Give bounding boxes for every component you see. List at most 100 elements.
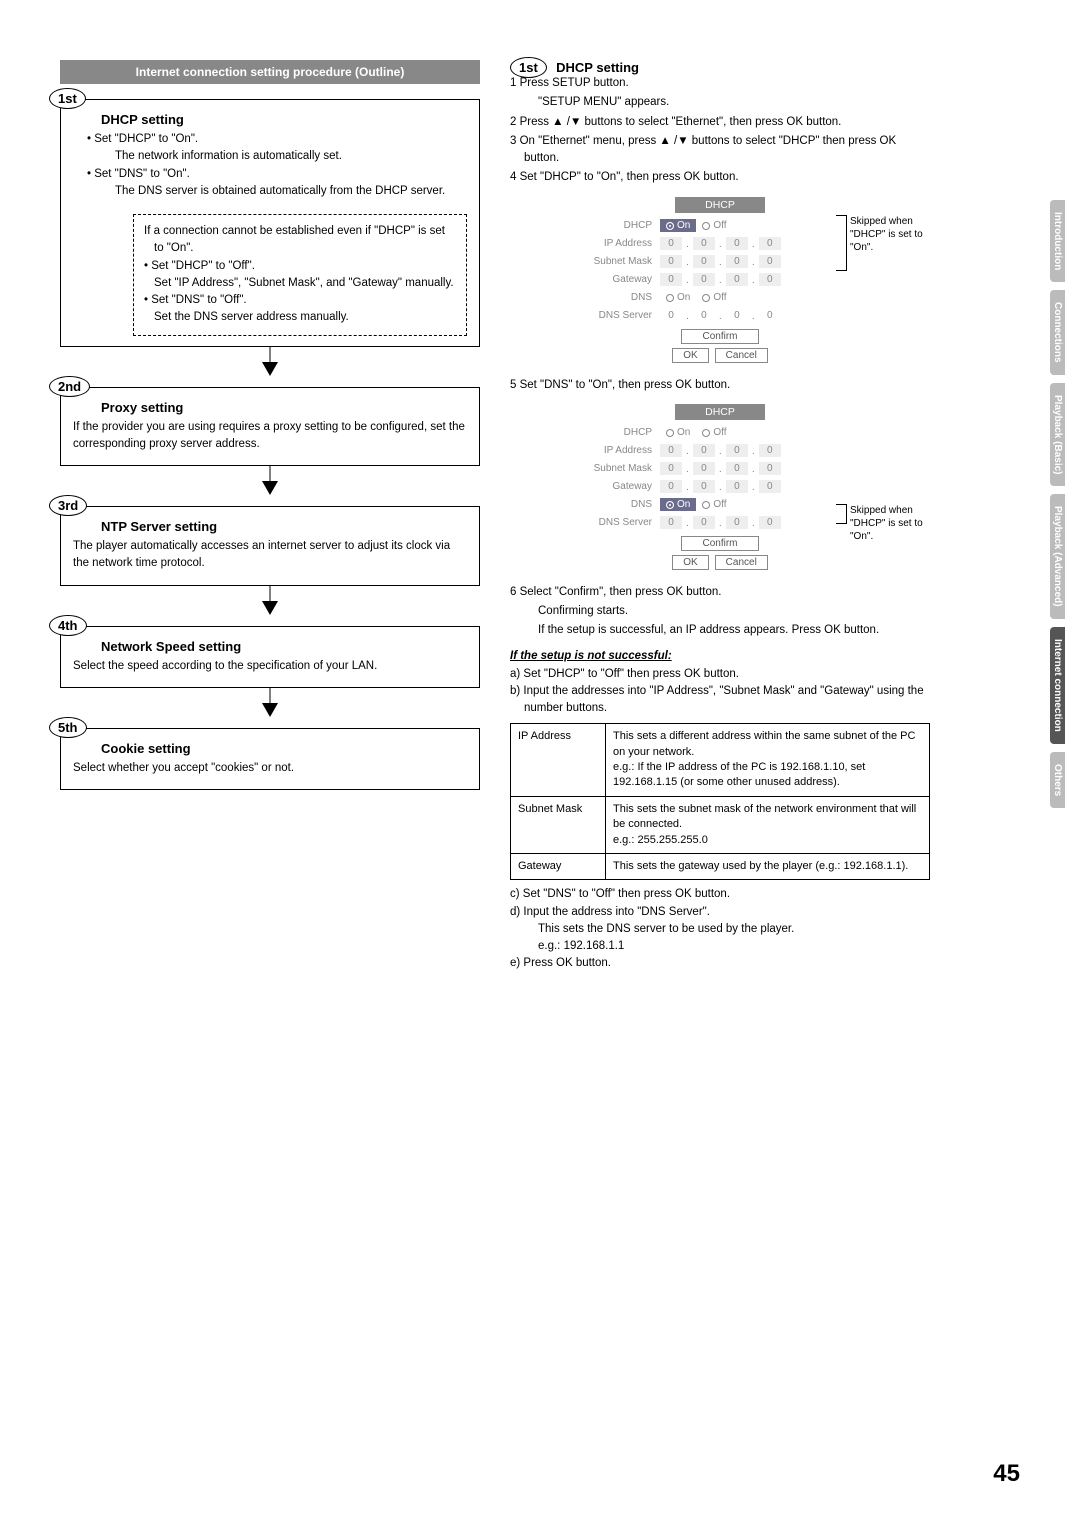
- arrow-icon: [270, 585, 271, 601]
- cancel-button[interactable]: Cancel: [715, 348, 768, 363]
- step-4th-badge: 4th: [49, 615, 87, 636]
- tab-playback-advanced[interactable]: Playback (Advanced): [1050, 494, 1065, 619]
- label-ip: IP Address: [580, 238, 660, 249]
- step-5th-body: Select whether you accept "cookies" or n…: [73, 760, 467, 777]
- radio-dhcp-off[interactable]: Off: [696, 426, 732, 439]
- dashed-l2: • Set "DHCP" to "Off".: [154, 258, 456, 275]
- cancel-button[interactable]: Cancel: [715, 555, 768, 570]
- label-dhcp: DHCP: [580, 220, 660, 231]
- step-1st-badge: 1st: [49, 88, 86, 109]
- label-dhcp: DHCP: [580, 427, 660, 438]
- page-number: 45: [993, 1460, 1020, 1488]
- arrow-icon: [270, 687, 271, 703]
- address-table: IP AddressThis sets a different address …: [510, 723, 930, 880]
- proc-1: 1 Press SETUP button.: [524, 75, 930, 92]
- confirm-button[interactable]: Confirm: [681, 536, 758, 551]
- proc-6a: Confirming starts.: [538, 603, 930, 620]
- step-2nd-body: If the provider you are using requires a…: [73, 419, 467, 454]
- proc-3: 3 On "Ethernet" menu, press ▲ /▼ buttons…: [524, 133, 930, 168]
- step-4th-body: Select the speed according to the specif…: [73, 658, 467, 675]
- tab-introduction[interactable]: Introduction: [1050, 200, 1065, 282]
- radio-dhcp-off[interactable]: Off: [696, 219, 732, 232]
- radio-dns-off[interactable]: Off: [696, 291, 732, 304]
- step-3rd: 3rd NTP Server setting The player automa…: [60, 506, 480, 586]
- radio-dhcp-on[interactable]: On: [660, 426, 696, 439]
- arrow-icon: [262, 481, 278, 495]
- label-dnsserver: DNS Server: [580, 310, 660, 321]
- radio-dhcp-on[interactable]: On: [660, 219, 696, 232]
- procedure-list-2: 5 Set "DNS" to "On", then press OK butto…: [510, 377, 930, 394]
- cell-subnet-desc: This sets the subnet mask of the network…: [606, 796, 930, 853]
- tab-internet-connection[interactable]: Internet connection: [1050, 627, 1065, 744]
- step-1st-b2a: The DNS server is obtained automatically…: [115, 183, 467, 200]
- ok-button[interactable]: OK: [672, 348, 708, 363]
- step-d1: This sets the DNS server to be used by t…: [538, 921, 930, 938]
- step-d: d) Input the address into "DNS Server".: [524, 904, 930, 921]
- step-c: c) Set "DNS" to "Off" then press OK butt…: [524, 886, 930, 903]
- step-2nd-badge: 2nd: [49, 376, 90, 397]
- right-step-header: 1st DHCP setting: [510, 60, 930, 75]
- side-tabs: Introduction Connections Playback (Basic…: [1050, 200, 1080, 816]
- dhcp-panel-1: DHCP DHCP On Off IP Address0.0.0.0 Subne…: [580, 197, 860, 363]
- dhcp-panel-2: DHCP DHCP On Off IP Address0.0.0.0 Subne…: [580, 404, 860, 570]
- skip-note-2: Skipped when "DHCP" is set to "On".: [850, 504, 940, 543]
- label-dns: DNS: [580, 499, 660, 510]
- cell-ip-desc: This sets a different address within the…: [606, 724, 930, 797]
- left-column: Internet connection setting procedure (O…: [60, 60, 480, 973]
- step-1st-title: DHCP setting: [101, 112, 467, 127]
- dashed-l3a: Set the DNS server address manually.: [154, 309, 456, 326]
- dashed-l1: If a connection cannot be established ev…: [154, 223, 456, 258]
- dashed-note: If a connection cannot be established ev…: [133, 214, 467, 336]
- octet[interactable]: 0: [660, 237, 682, 250]
- procedure-list: 1 Press SETUP button. "SETUP MENU" appea…: [510, 75, 930, 187]
- step-1st-b1a: The network information is automatically…: [115, 148, 467, 165]
- arrow-icon: [270, 465, 271, 481]
- tab-playback-basic[interactable]: Playback (Basic): [1050, 383, 1065, 487]
- step-1st-b2: • Set "DNS" to "On".: [101, 166, 467, 183]
- confirm-button[interactable]: Confirm: [681, 329, 758, 344]
- dashed-l3: • Set "DNS" to "Off".: [154, 292, 456, 309]
- radio-dns-on[interactable]: On: [660, 291, 696, 304]
- radio-dns-on[interactable]: On: [660, 498, 696, 511]
- dashed-l2a: Set "IP Address", "Subnet Mask", and "Ga…: [154, 275, 456, 292]
- step-d2: e.g.: 192.168.1.1: [538, 938, 930, 955]
- panel-title: DHCP: [675, 404, 765, 420]
- cell-gateway-label: Gateway: [511, 853, 606, 879]
- table-row: Subnet MaskThis sets the subnet mask of …: [511, 796, 930, 853]
- label-dnsserver: DNS Server: [580, 517, 660, 528]
- step-1st: 1st DHCP setting • Set "DHCP" to "On". T…: [60, 99, 480, 347]
- step-b: b) Input the addresses into "IP Address"…: [524, 683, 930, 718]
- step-5th: 5th Cookie setting Select whether you ac…: [60, 728, 480, 790]
- proc-6b: If the setup is successful, an IP addres…: [538, 622, 930, 639]
- step-3rd-badge: 3rd: [49, 495, 87, 516]
- proc-2: 2 Press ▲ /▼ buttons to select "Ethernet…: [524, 114, 930, 131]
- step-3rd-body: The player automatically accesses an int…: [73, 538, 467, 573]
- label-ip: IP Address: [580, 445, 660, 456]
- cell-ip-label: IP Address: [511, 724, 606, 797]
- radio-dns-off[interactable]: Off: [696, 498, 732, 511]
- right-1st-title: DHCP setting: [556, 60, 639, 75]
- label-gateway: Gateway: [580, 274, 660, 285]
- step-1st-b1: • Set "DHCP" to "On".: [101, 131, 467, 148]
- unsuccessful-heading: If the setup is not successful:: [510, 650, 930, 662]
- step-5th-badge: 5th: [49, 717, 87, 738]
- label-gateway: Gateway: [580, 481, 660, 492]
- cell-gateway-desc: This sets the gateway used by the player…: [606, 853, 930, 879]
- tab-connections[interactable]: Connections: [1050, 290, 1065, 375]
- cell-subnet-label: Subnet Mask: [511, 796, 606, 853]
- proc-6: 6 Select "Confirm", then press OK button…: [524, 584, 930, 601]
- arrow-icon: [262, 362, 278, 376]
- arrow-icon: [270, 346, 271, 362]
- procedure-list-3: 6 Select "Confirm", then press OK button…: [510, 584, 930, 640]
- proc-4: 4 Set "DHCP" to "On", then press OK butt…: [524, 169, 930, 186]
- label-subnet: Subnet Mask: [580, 463, 660, 474]
- label-subnet: Subnet Mask: [580, 256, 660, 267]
- outline-title: Internet connection setting procedure (O…: [60, 60, 480, 84]
- step-4th: 4th Network Speed setting Select the spe…: [60, 626, 480, 688]
- ok-button[interactable]: OK: [672, 555, 708, 570]
- proc-1a: "SETUP MENU" appears.: [538, 94, 930, 111]
- arrow-icon: [262, 703, 278, 717]
- proc-5: 5 Set "DNS" to "On", then press OK butto…: [524, 377, 930, 394]
- arrow-icon: [262, 601, 278, 615]
- tab-others[interactable]: Others: [1050, 752, 1065, 808]
